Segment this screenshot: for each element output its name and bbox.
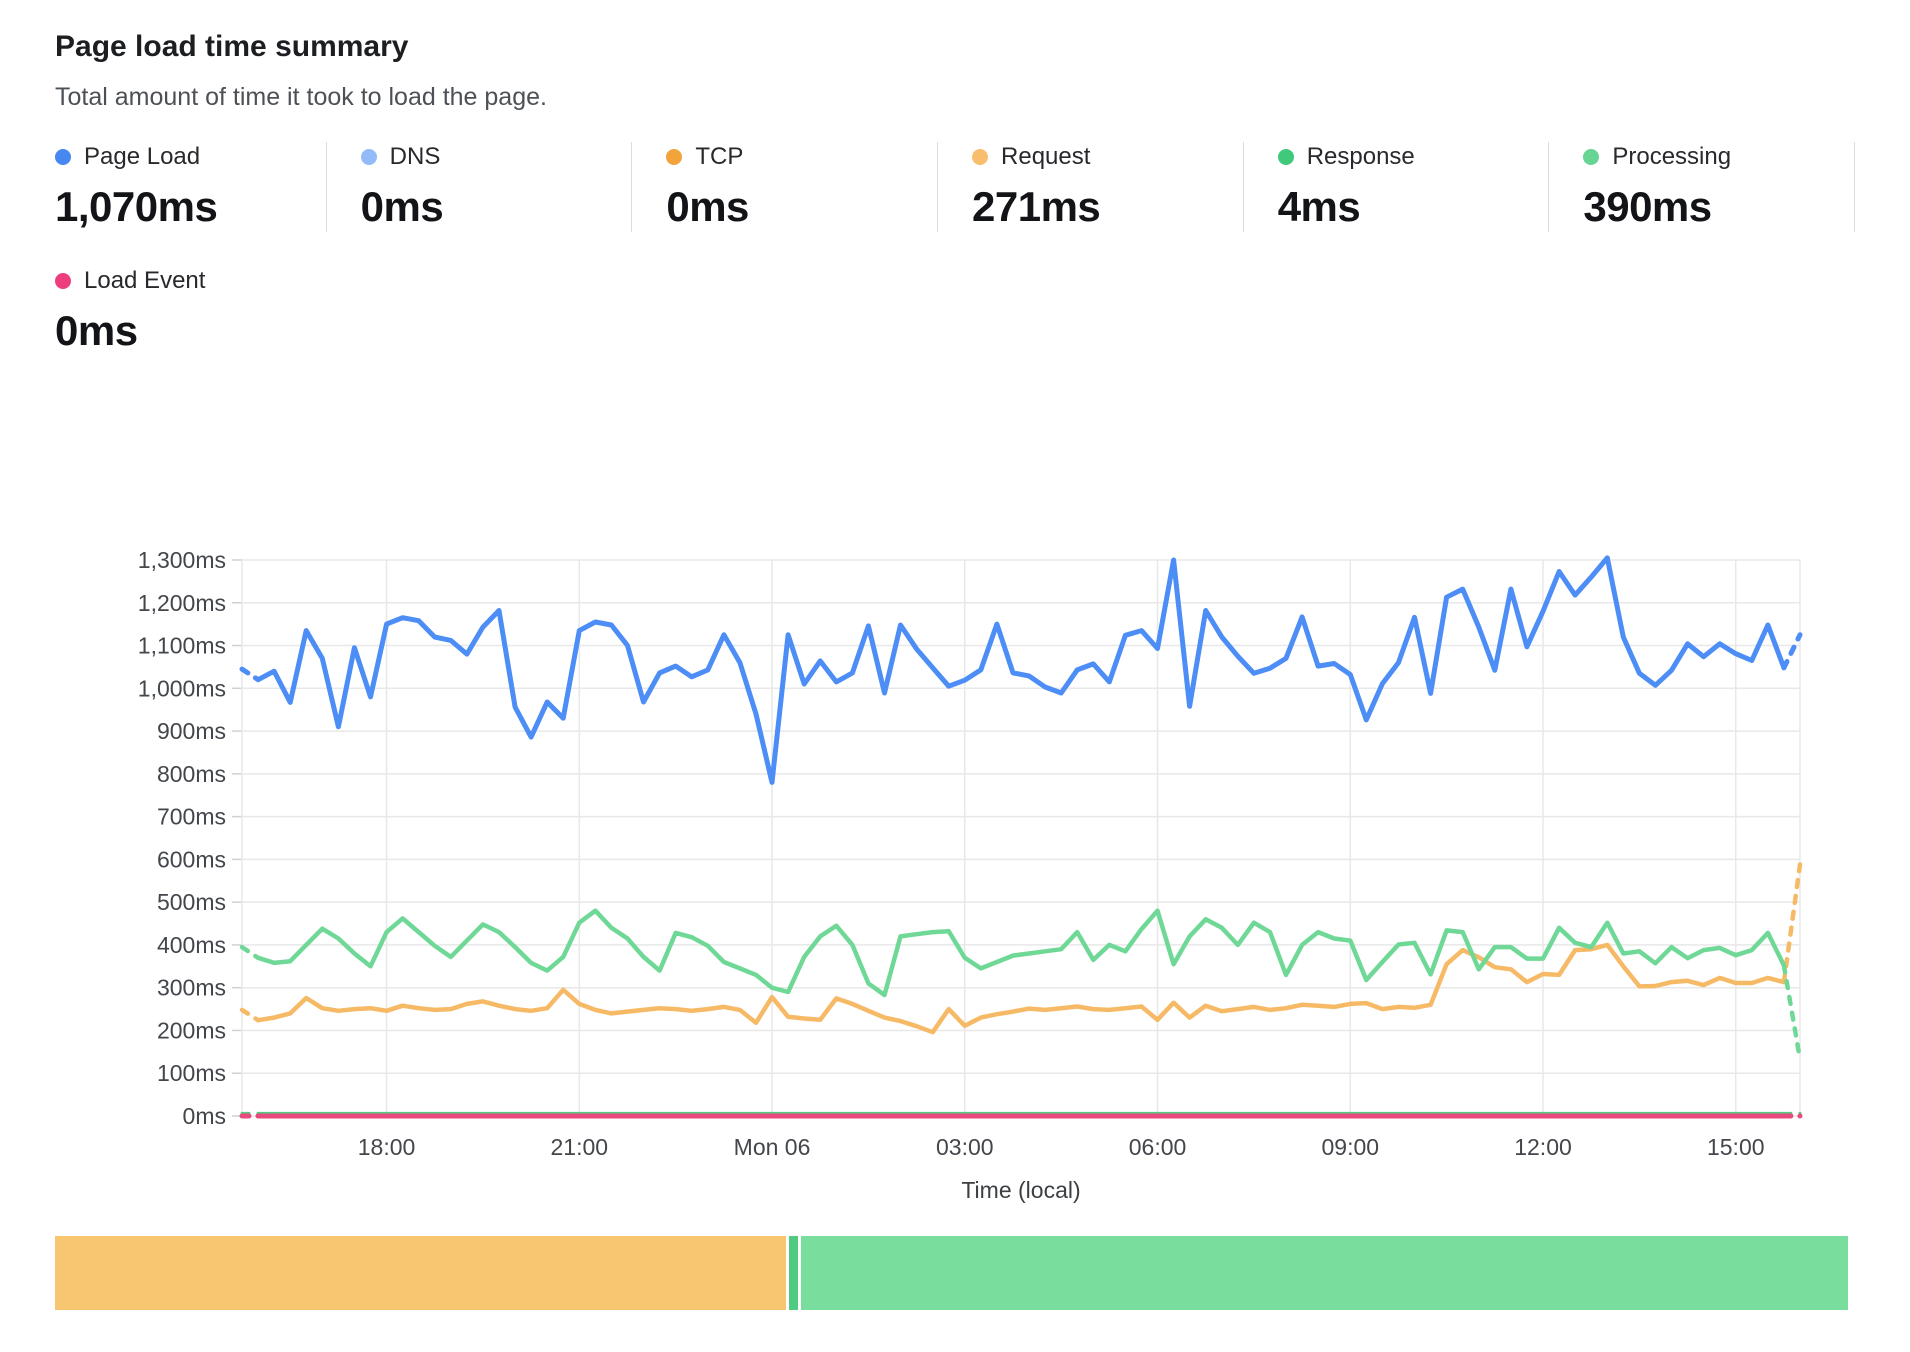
page-load-summary-panel: Page load time summary Total amount of t…	[0, 0, 1910, 1310]
y-tick-label: 0ms	[183, 1103, 226, 1129]
x-tick-label: 03:00	[936, 1134, 994, 1160]
stat-value: 0ms	[666, 182, 937, 232]
dns-legend-dot-icon	[361, 149, 377, 165]
x-tick-label: Mon 06	[734, 1134, 811, 1160]
stat-label: TCP	[695, 143, 743, 171]
y-tick-label: 1,200ms	[138, 590, 226, 616]
stat-label: Request	[1001, 143, 1090, 171]
x-tick-label: 06:00	[1129, 1134, 1187, 1160]
y-tick-label: 700ms	[157, 804, 226, 830]
y-tick-label: 300ms	[157, 975, 226, 1001]
request-legend-dot-icon	[972, 149, 988, 165]
stat-load-event[interactable]: Load Event 0ms	[55, 266, 1855, 356]
series-line-page-load	[258, 558, 1784, 783]
stat-label: Response	[1307, 143, 1415, 171]
series-line-processing-tail	[1784, 965, 1800, 1059]
stat-processing[interactable]: Processing 390ms	[1549, 142, 1855, 232]
y-tick-label: 1,300ms	[138, 547, 226, 573]
page-subtitle: Total amount of time it took to load the…	[55, 82, 1855, 112]
stat-request[interactable]: Request 271ms	[938, 142, 1244, 232]
status-timeline-bar	[55, 1236, 1855, 1310]
y-tick-label: 500ms	[157, 889, 226, 915]
stat-tcp[interactable]: TCP 0ms	[632, 142, 938, 232]
stat-value: 0ms	[55, 306, 1855, 356]
stat-label: Page Load	[84, 143, 200, 171]
stat-value: 390ms	[1583, 182, 1854, 232]
stat-value: 0ms	[361, 182, 632, 232]
stat-response[interactable]: Response 4ms	[1244, 142, 1550, 232]
series-line-page-load-tail	[1784, 635, 1800, 668]
stat-label: Processing	[1612, 143, 1731, 171]
processing-legend-dot-icon	[1583, 149, 1599, 165]
y-tick-label: 600ms	[157, 846, 226, 872]
timeline-segment-1[interactable]	[55, 1236, 786, 1310]
stat-value: 271ms	[972, 182, 1243, 232]
stats-legend-row-2: Load Event 0ms	[55, 266, 1855, 356]
y-tick-label: 200ms	[157, 1017, 226, 1043]
x-tick-label: 21:00	[551, 1134, 609, 1160]
stat-label: Load Event	[84, 267, 205, 295]
series-line-request	[258, 945, 1784, 1032]
y-tick-label: 900ms	[157, 718, 226, 744]
load-event-legend-dot-icon	[55, 273, 71, 289]
y-tick-label: 1,000ms	[138, 675, 226, 701]
x-tick-label: 15:00	[1707, 1134, 1765, 1160]
x-tick-label: 09:00	[1321, 1134, 1379, 1160]
y-tick-label: 400ms	[157, 932, 226, 958]
stat-label: DNS	[390, 143, 441, 171]
series-line-request-lead	[242, 1010, 258, 1020]
x-axis-title: Time (local)	[961, 1177, 1080, 1203]
response-legend-dot-icon	[1278, 149, 1294, 165]
stat-page-load[interactable]: Page Load 1,070ms	[55, 142, 327, 232]
series-line-processing	[258, 911, 1784, 995]
y-tick-label: 1,100ms	[138, 633, 226, 659]
series-line-request-tail	[1784, 865, 1800, 983]
series-line-page-load-lead	[242, 669, 258, 680]
stat-dns[interactable]: DNS 0ms	[327, 142, 633, 232]
tcp-legend-dot-icon	[666, 149, 682, 165]
series-line-processing-lead	[242, 947, 258, 958]
timeline-segment-2[interactable]	[789, 1236, 798, 1310]
stat-value: 4ms	[1278, 182, 1549, 232]
stats-legend-row: Page Load 1,070ms DNS 0ms TCP 0ms Request 271ms…	[55, 142, 1855, 232]
timeline-segment-3[interactable]	[801, 1236, 1849, 1310]
x-tick-label: 18:00	[358, 1134, 416, 1160]
page-title: Page load time summary	[55, 30, 1855, 64]
y-tick-label: 100ms	[157, 1060, 226, 1086]
stat-value: 1,070ms	[55, 182, 326, 232]
y-tick-label: 800ms	[157, 761, 226, 787]
page-load-legend-dot-icon	[55, 149, 71, 165]
x-tick-label: 12:00	[1514, 1134, 1572, 1160]
load-time-chart[interactable]: 0ms 100ms 200ms 300ms 400ms 500ms 600ms 700ms 80…	[0, 430, 1910, 1210]
